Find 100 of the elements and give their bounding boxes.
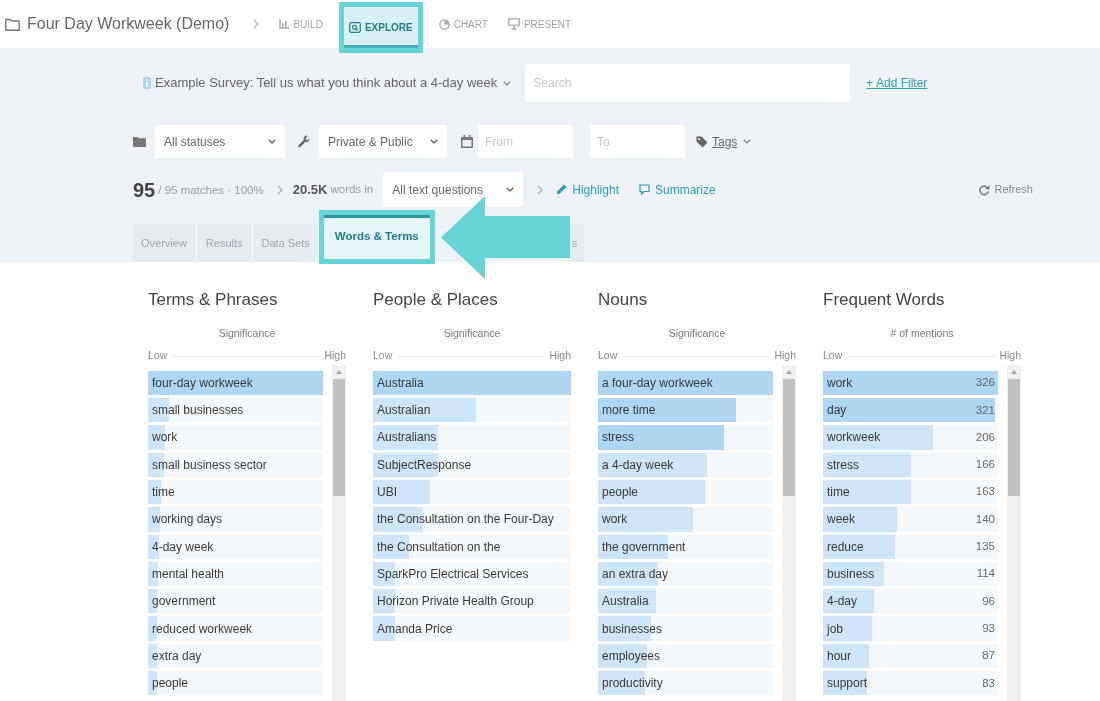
term-row[interactable]: SubjectResponse: [373, 452, 571, 477]
match-detail: / 95 matches · 100%: [158, 183, 264, 199]
term-row[interactable]: Australia: [598, 589, 773, 614]
scale-low-label: Low: [598, 348, 618, 364]
term-row[interactable]: the Consultation on the: [373, 534, 571, 559]
term-row[interactable]: government: [148, 589, 323, 614]
mention-count: 166: [975, 457, 996, 473]
term-row[interactable]: an extra day: [598, 561, 773, 587]
column-title: Frequent Words: [823, 290, 946, 310]
term-row[interactable]: working days: [148, 507, 323, 532]
term-row[interactable]: time 163: [823, 479, 998, 505]
column-title: People & Places: [373, 290, 499, 310]
tags-link[interactable]: Tags: [712, 125, 752, 158]
chevron-right-icon: [276, 184, 283, 195]
column-title: Nouns: [598, 290, 649, 310]
bar-chart-icon: [279, 19, 290, 29]
term-row[interactable]: reduce 135: [823, 534, 998, 559]
term-row[interactable]: day 321: [823, 398, 998, 423]
term-row[interactable]: support 83: [823, 671, 998, 696]
term-row[interactable]: work: [148, 425, 323, 450]
term-row[interactable]: people: [148, 671, 323, 696]
word-count: 20.5K: [292, 180, 328, 199]
mention-count: 163: [975, 484, 996, 500]
term-row[interactable]: the Consultation on the Four-Day: [373, 507, 571, 532]
term-row[interactable]: four-day workweek: [148, 370, 323, 396]
term-row[interactable]: Australian: [373, 398, 571, 423]
term-row[interactable]: Australia: [373, 370, 571, 396]
term-row[interactable]: a 4-day week: [598, 452, 773, 477]
date-to-field[interactable]: To: [590, 125, 685, 158]
term-row[interactable]: reduced workweek: [148, 616, 323, 641]
caret-down-icon: [430, 139, 438, 144]
info-icon: [143, 77, 151, 89]
term-row[interactable]: stress 166: [823, 452, 998, 477]
scrollbar-thumb[interactable]: [783, 378, 795, 496]
caret-down-icon: [503, 80, 512, 86]
search-field[interactable]: Search: [525, 64, 851, 102]
monitor-icon: [507, 18, 520, 30]
term-row[interactable]: small business sector: [148, 452, 323, 477]
term-row[interactable]: stress: [598, 425, 773, 450]
mention-count: 321: [975, 402, 996, 418]
term-row[interactable]: workweek 206: [823, 425, 998, 450]
term-row[interactable]: work: [598, 507, 773, 532]
term-row[interactable]: 4-day 96: [823, 589, 998, 614]
date-from-field[interactable]: From: [478, 125, 573, 158]
tag-icon: [696, 135, 708, 148]
scroll-up-icon: [1011, 369, 1017, 374]
mention-count: 83: [982, 675, 996, 691]
scroll-up-icon: [786, 369, 792, 374]
term-row[interactable]: SparkPro Electrical Services: [373, 561, 571, 587]
refresh-icon: [978, 183, 991, 196]
term-row[interactable]: people: [598, 479, 773, 505]
scroll-up-icon: [336, 369, 342, 374]
term-row[interactable]: productivity: [598, 671, 773, 696]
term-row[interactable]: businesses: [598, 616, 773, 641]
folder-icon: [5, 17, 20, 31]
caret-down-icon: [743, 139, 752, 144]
term-row[interactable]: 4-day week: [148, 534, 323, 559]
wrench-icon: [298, 135, 311, 148]
term-row[interactable]: business 114: [823, 561, 998, 587]
mention-count: 135: [975, 539, 996, 555]
scrollbar-thumb[interactable]: [1008, 378, 1020, 496]
caret-down-icon: [506, 187, 515, 192]
measure-label: Significance: [443, 326, 501, 341]
term-row[interactable]: Australians: [373, 425, 571, 450]
term-row[interactable]: work 326: [823, 370, 998, 396]
term-row[interactable]: Amanda Price: [373, 616, 571, 641]
status-select[interactable]: All statuses: [155, 125, 285, 158]
measure-label: Significance: [668, 326, 726, 341]
scrollbar[interactable]: [782, 364, 796, 701]
term-row[interactable]: hour 87: [823, 643, 998, 668]
term-row[interactable]: the government: [598, 534, 773, 559]
term-row[interactable]: week 140: [823, 507, 998, 532]
term-row[interactable]: a four-day workweek: [598, 370, 773, 396]
mention-count: 96: [982, 593, 996, 609]
tab[interactable]: Words & Terms: [323, 215, 430, 259]
term-row[interactable]: more time: [598, 398, 773, 423]
mention-count: 140: [975, 511, 996, 527]
term-row[interactable]: time: [148, 479, 323, 505]
survey-dropdown[interactable]: Example Survey: Tell us what you think about a 4-day week: [151, 73, 516, 93]
scrollbar[interactable]: [332, 364, 346, 701]
mention-count: 87: [982, 648, 996, 664]
visibility-select[interactable]: Private & Public: [319, 125, 447, 158]
term-row[interactable]: small businesses: [148, 398, 323, 423]
term-row[interactable]: extra day: [148, 643, 323, 668]
scale-high-label: High: [999, 348, 1021, 364]
chevron-right-icon: [253, 19, 260, 29]
nav-tab[interactable]: EXPLORE: [343, 7, 418, 48]
folder-icon: [133, 136, 146, 147]
question-select[interactable]: All text questions: [383, 172, 524, 207]
term-row[interactable]: job 93: [823, 616, 998, 641]
term-row[interactable]: Horizon Private Health Group: [373, 589, 571, 614]
column-title: Terms & Phrases: [148, 290, 279, 310]
mention-count: 326: [975, 375, 996, 391]
term-row[interactable]: mental health: [148, 561, 323, 587]
scrollbar[interactable]: [1007, 364, 1021, 701]
term-row[interactable]: employees: [598, 643, 773, 668]
match-count: 95: [133, 177, 156, 203]
term-row[interactable]: UBI: [373, 479, 571, 505]
scrollbar-thumb[interactable]: [333, 378, 345, 496]
scale-low-label: Low: [823, 348, 843, 364]
